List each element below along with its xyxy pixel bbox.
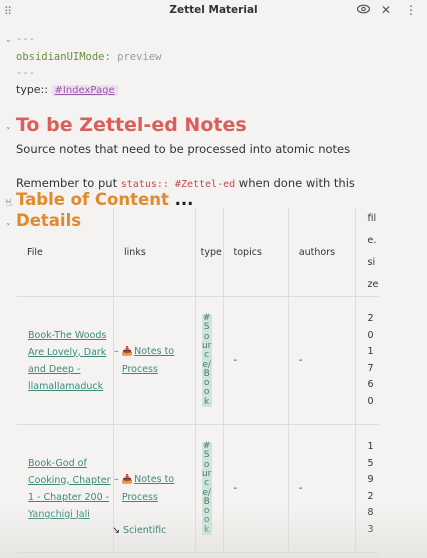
fold-chevron-icon[interactable]: ⌄ xyxy=(5,35,12,44)
frontmatter-close: --- xyxy=(16,67,35,79)
table-header-row: File links type topics authors file.size xyxy=(17,208,379,297)
toc-heading[interactable]: Table of Content ... xyxy=(16,190,193,209)
dataview-table: File links type topics authors file.size… xyxy=(17,208,379,553)
header-file[interactable]: File xyxy=(17,208,114,297)
header-type[interactable]: type xyxy=(194,208,224,297)
inbox-icon: 📥Notes to Process xyxy=(121,474,175,503)
toc-heading-text: Table of Content xyxy=(16,190,169,209)
table-row: Book-The Woods Are Lovely, Dark and Deep… xyxy=(17,296,379,425)
file-size-cell: 201760 xyxy=(354,296,379,425)
frontmatter-line: obsidianUIMode: preview xyxy=(16,51,161,63)
status-code-inline: status:: #Zettel-ed xyxy=(120,179,236,190)
bottom-fade xyxy=(0,505,427,558)
file-link[interactable]: Book-The Woods Are Lovely, Dark and Deep… xyxy=(18,327,112,395)
type-key: type:: xyxy=(16,83,48,96)
partial-row-link[interactable]: ↘ Scientific xyxy=(112,525,166,536)
header-file-size[interactable]: file.size xyxy=(354,208,379,297)
topics-cell: - xyxy=(222,296,289,425)
file-cell: Book-The Woods Are Lovely, Dark and Deep… xyxy=(17,296,114,425)
list-bullet: – xyxy=(114,474,119,485)
close-icon[interactable]: ✕ xyxy=(381,3,391,17)
fold-chevron-icon[interactable]: ⌄ xyxy=(5,122,12,131)
source-book-tag[interactable]: #Source/Book xyxy=(201,313,212,407)
frontmatter-open: --- xyxy=(16,33,35,45)
reminder-paragraph: Remember to put status:: #Zettel-ed when… xyxy=(16,176,355,190)
index-page-tag[interactable]: #IndexPage xyxy=(51,85,118,96)
type-property: type:: #IndexPage xyxy=(16,83,118,96)
fold-chevron-icon[interactable]: ⌄ xyxy=(5,218,12,227)
authors-cell: - xyxy=(287,296,356,425)
bullet-arrow-icon: ↘ xyxy=(112,525,120,536)
scientific-link-text[interactable]: Scientific xyxy=(123,525,166,536)
links-cell: – 📥Notes to Process xyxy=(113,296,196,425)
header-links[interactable]: links xyxy=(113,208,196,297)
type-cell: #Source/Book xyxy=(194,296,224,425)
collapsed-ellipsis: ... xyxy=(174,190,194,209)
eye-icon[interactable] xyxy=(356,3,371,18)
description-paragraph: Source notes that need to be processed i… xyxy=(16,142,351,156)
header-authors[interactable]: authors xyxy=(287,208,356,297)
reminder-text-before: Remember to put xyxy=(16,176,118,190)
frontmatter-key: obsidianUIMode: xyxy=(16,51,111,63)
section-heading-to-be-zetteled: To be Zettel-ed Notes xyxy=(16,114,247,136)
title-bar: ⠿ Zettel Material ✕ ⋮ xyxy=(0,0,427,24)
header-topics[interactable]: topics xyxy=(222,208,289,297)
reminder-text-after: when done with this xyxy=(238,176,355,190)
list-bullet: – xyxy=(114,346,119,357)
frontmatter-value: preview xyxy=(117,51,162,63)
more-options-icon[interactable]: ⋮ xyxy=(405,3,417,17)
inbox-icon: 📥Notes to Process xyxy=(121,346,175,375)
mouse-cursor-icon: ☝ xyxy=(6,198,13,209)
